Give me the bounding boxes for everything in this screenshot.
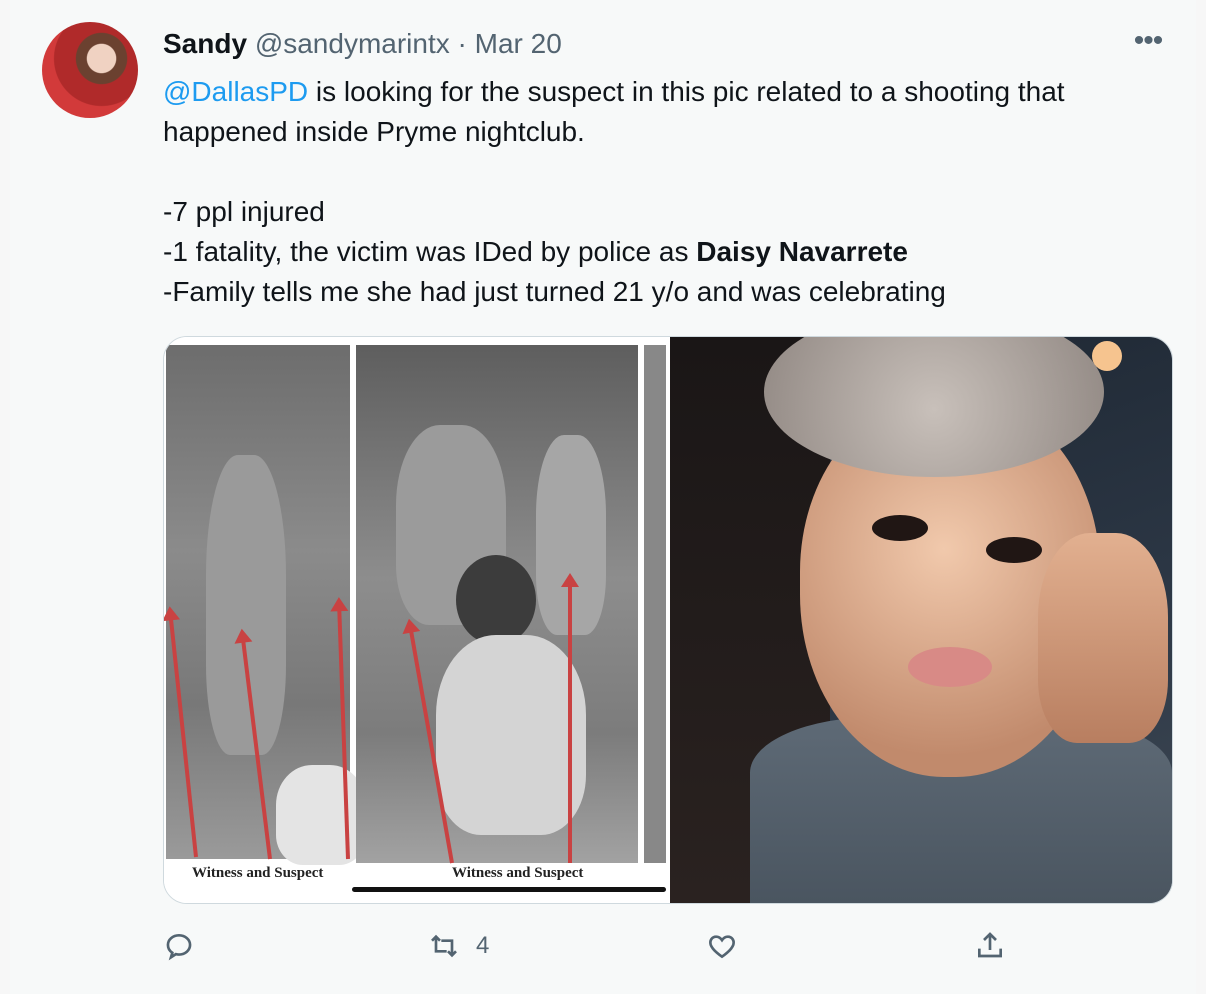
photo-light (1092, 341, 1122, 371)
image-scrollbar (352, 887, 666, 892)
tweet-line-3: -7 ppl injured (163, 196, 325, 227)
cctv-frame-right (356, 345, 638, 863)
tweet-line-2: happened inside Pryme nightclub. (163, 116, 585, 147)
tweet-card[interactable]: Sandy @sandymarintx · Mar 20 ••• @Dallas… (10, 0, 1196, 994)
avatar[interactable] (42, 22, 138, 118)
tweet-line-1: is looking for the suspect in this pic r… (308, 76, 1065, 107)
photo-hand (1038, 533, 1168, 743)
mention-link[interactable]: @DallasPD (163, 76, 308, 107)
tweet-header: Sandy @sandymarintx · Mar 20 (163, 26, 562, 62)
share-icon (978, 932, 1002, 958)
retweet-count: 4 (476, 932, 490, 959)
tweet-line-5: -Family tells me she had just turned 21 … (163, 276, 946, 307)
reply-icon (166, 933, 192, 961)
more-options-icon[interactable]: ••• (1128, 26, 1168, 62)
retweet-button[interactable]: 4 (428, 930, 489, 962)
victim-name: Daisy Navarrete (696, 236, 908, 267)
author-name[interactable]: Sandy (163, 28, 247, 59)
tweet-actions: 4 (10, 930, 1196, 970)
like-button[interactable] (706, 930, 738, 962)
header-separator: · (457, 28, 467, 59)
media-grid[interactable]: Witness and Suspect Witness and Suspect (163, 336, 1173, 904)
tweet-date[interactable]: Mar 20 (475, 28, 562, 59)
victim-photo[interactable] (670, 337, 1172, 903)
reply-button[interactable] (163, 930, 195, 962)
share-button[interactable] (974, 930, 1006, 962)
cctv-frame-edge (644, 345, 666, 863)
tweet-text: @DallasPD is looking for the suspect in … (163, 72, 1173, 312)
cctv-caption-left: Witness and Suspect (192, 865, 324, 881)
retweet-icon (431, 934, 457, 958)
tweet-line-4: -1 fatality, the victim was IDed by poli… (163, 236, 697, 267)
arrow-marker (561, 573, 579, 863)
cctv-image[interactable]: Witness and Suspect Witness and Suspect (164, 337, 668, 903)
heart-icon (709, 935, 735, 959)
cctv-caption-right: Witness and Suspect (452, 865, 584, 881)
author-handle[interactable]: @sandymarintx (255, 28, 450, 59)
